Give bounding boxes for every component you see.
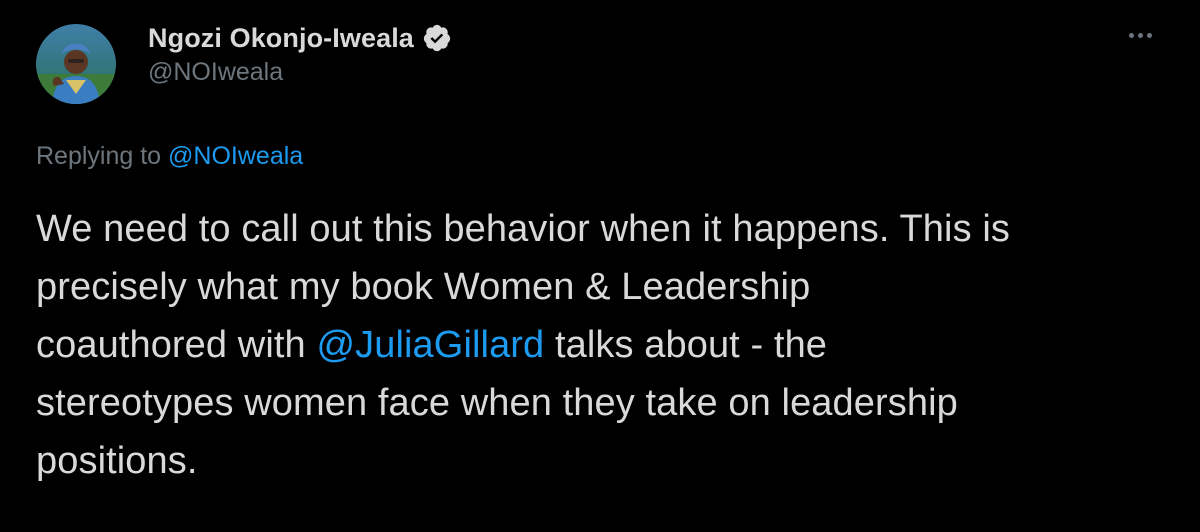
tweet-text-segment: talks about - the: [544, 324, 828, 366]
author-display-name[interactable]: Ngozi Okonjo-Iweala: [148, 23, 414, 54]
more-options-icon[interactable]: [1120, 20, 1160, 50]
more-dot: [1146, 32, 1152, 38]
tweet-text-line: precisely what my book Women & Leadershi…: [36, 266, 811, 308]
replying-to-mention[interactable]: @NOIweala: [168, 142, 303, 170]
avatar[interactable]: [36, 24, 116, 104]
mention-link[interactable]: @JuliaGillard: [316, 324, 544, 366]
author-handle[interactable]: @NOIweala: [148, 58, 283, 87]
tweet-text-line: We need to call out this behavior when i…: [36, 208, 1010, 250]
more-dot: [1137, 32, 1143, 38]
more-dot: [1128, 32, 1134, 38]
replying-to: Replying to @NOIweala: [36, 142, 303, 171]
verified-badge-icon: [422, 23, 452, 53]
tweet-text-segment: coauthored with: [36, 324, 317, 366]
tweet: Ngozi Okonjo-Iweala @NOIweala Replying t…: [0, 0, 1200, 532]
tweet-text: We need to call out this behavior when i…: [36, 200, 1176, 490]
author-name-row: Ngozi Okonjo-Iweala: [148, 22, 452, 54]
tweet-text-line: positions.: [36, 440, 198, 482]
replying-to-label: Replying to: [36, 142, 169, 170]
tweet-text-line: stereotypes women face when they take on…: [36, 382, 958, 424]
tweet-text-line: coauthored with @JuliaGillard talks abou…: [36, 316, 1176, 374]
